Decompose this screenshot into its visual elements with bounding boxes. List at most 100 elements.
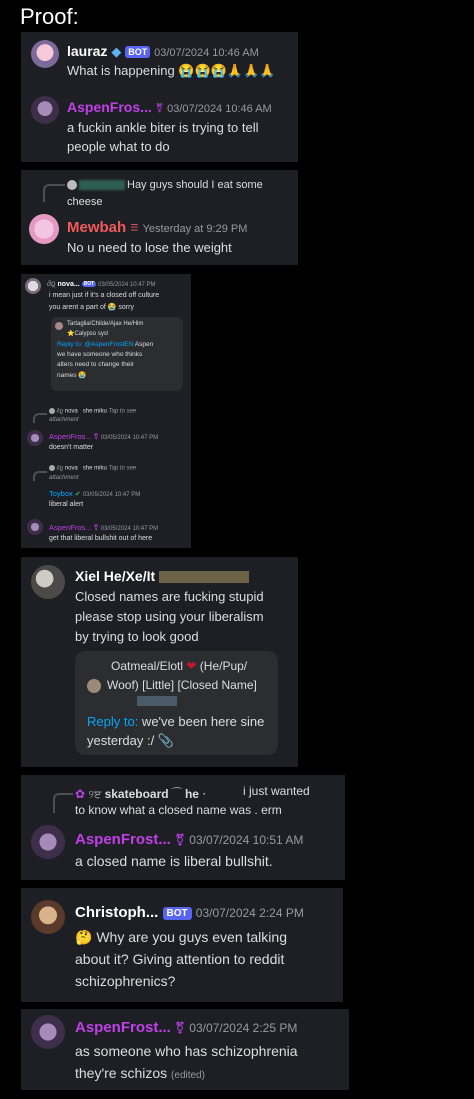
username-toybox[interactable]: Toybox (49, 489, 73, 498)
screenshot-card-2: Hay guys should I eat some cheese Mewbah… (21, 170, 298, 265)
forwarded-embed[interactable]: Tartaglia/Childe/Ajax He/Him ⭐Calypso sy… (51, 317, 183, 391)
check-icon: ✔ (74, 491, 81, 498)
timestamp: 03/07/2024 2:24 PM (195, 906, 304, 920)
timestamp: 03/05/2024 10:47 PM (100, 526, 159, 532)
embed-avatar (55, 322, 63, 330)
message-text: No u need to lose the weight (67, 240, 232, 255)
attachment-label[interactable]: attachment (49, 475, 79, 481)
edited-label: (edited) (171, 1070, 205, 1081)
avatar-aspenfrost[interactable] (27, 430, 43, 446)
reply-preview[interactable]: to know what a closed name was . erm (75, 803, 282, 817)
reply-mention[interactable]: @AspenFrostEN (84, 341, 133, 348)
page-title: Proof: (20, 4, 79, 29)
embed-author: Oatmeal/Elotl (111, 659, 184, 673)
avatar-nova[interactable] (25, 278, 41, 294)
message-text: about it? Giving attention to reddit (75, 951, 285, 967)
pronoun-tag-icon: ⚧ (93, 525, 99, 532)
verified-icon: ◆ (111, 44, 122, 59)
attachment-label[interactable]: attachment (49, 417, 79, 423)
timestamp: 03/07/2024 10:51 AM (189, 833, 304, 847)
reply-avatar (49, 465, 55, 471)
avatar-aspenfrost[interactable] (31, 1015, 65, 1049)
username-aspenfrost[interactable]: AspenFrost... (75, 1019, 171, 1036)
avatar-aspenfrost[interactable] (31, 96, 59, 124)
tap-label[interactable]: Tap to see (108, 466, 136, 472)
reply-name[interactable]: he (185, 787, 199, 801)
avatar-aspenfrost[interactable] (31, 825, 65, 859)
message-text: a closed name is liberal bullshit. (75, 853, 273, 869)
username-aspenfrost[interactable]: AspenFrost... (75, 831, 171, 848)
reply-preview[interactable]: i just wanted (243, 784, 310, 798)
avatar-christoph[interactable] (31, 900, 65, 934)
pronoun-tag-icon: ⚧ (175, 833, 186, 848)
reply-name[interactable]: she miku (83, 409, 107, 415)
redacted-name (79, 180, 125, 190)
reply-to-label: Reply to: (87, 714, 139, 729)
pronoun-tag-icon: ⚧ (175, 1021, 186, 1036)
avatar-xiel[interactable] (31, 565, 65, 599)
avatar-aspenfrost[interactable] (27, 519, 43, 535)
timestamp: Yesterday at 9:29 PM (142, 223, 248, 235)
reply-preview[interactable]: cheese (67, 196, 102, 208)
reply-preview[interactable]: Hay guys should I eat some (127, 179, 263, 191)
embed-author: Woof) [Little] [Closed Name] (107, 678, 257, 692)
reply-avatar: ✿ (75, 787, 86, 801)
message-text: please stop using your liberalism (75, 609, 264, 624)
forwarded-embed[interactable]: Oatmeal/Elotl ❤ (He/Pup/ Woof) [Little] … (75, 651, 278, 755)
redacted-tag (159, 571, 250, 584)
tap-label[interactable]: Tap to see (108, 409, 136, 415)
username-aspenfrost[interactable]: AspenFros... (49, 432, 92, 441)
avatar-lauraz[interactable] (31, 40, 59, 68)
reply-name[interactable]: nova (65, 409, 78, 415)
avatar-mewbah[interactable] (29, 214, 59, 244)
embed-author: Tartaglia/Childe/Ajax He/Him (67, 321, 144, 327)
message-text: Closed names are fucking stupid (75, 589, 264, 604)
bot-badge: BOT (81, 281, 97, 288)
timestamp: 03/05/2024 10:47 PM (100, 435, 159, 441)
reply-connector (33, 413, 47, 423)
username-aspenfrost[interactable]: AspenFros... (67, 99, 152, 115)
pronoun-tag-icon: ⚧ (155, 102, 164, 113)
message-text: by trying to look good (75, 629, 199, 644)
username-aspenfrost[interactable]: AspenFros... (49, 523, 92, 532)
username-christoph[interactable]: Christoph... (75, 904, 158, 921)
reply-to-label: Reply to: (57, 341, 83, 348)
username-nova[interactable]: nova... (58, 281, 80, 288)
message-text: people what to do (67, 139, 170, 154)
embed-text: we have someone who thinks (57, 351, 143, 358)
message-text: as someone who has schizophrenia (75, 1043, 298, 1059)
message-text: they're schizos (75, 1065, 168, 1081)
screenshot-card-6: Christoph... BOT 03/07/2024 2:24 PM 🤔 Wh… (21, 888, 343, 1002)
screenshot-card-4: Xiel He/Xe/It Closed names are fucking s… (21, 557, 298, 767)
reply-name[interactable]: skateboard (105, 787, 169, 801)
embed-text: yesterday :/ 📎 (87, 733, 174, 748)
reply-connector (33, 471, 47, 481)
message-text: liberal alert (49, 501, 84, 508)
username-lauraz[interactable]: lauraz (67, 43, 107, 59)
reply-name[interactable]: she miku (83, 466, 107, 472)
timestamp: 03/07/2024 10:46 AM (167, 103, 272, 115)
redacted-tag (137, 696, 177, 706)
timestamp: 03/05/2024 10:47 PM (98, 282, 156, 288)
message-text: doesn't matter (49, 444, 94, 451)
embed-author: ⭐Calypso sys! (67, 331, 109, 337)
reply-avatar (49, 408, 55, 414)
message-text: you arent a part of 😭 sorry (49, 304, 134, 311)
timestamp: 03/05/2024 10:47 PM (82, 492, 141, 498)
embed-text: Aspen (133, 341, 154, 348)
username-mewbah[interactable]: Mewbah (67, 219, 126, 236)
embed-text: we've been here sine (138, 714, 265, 729)
reply-connector (43, 184, 65, 202)
reply-name[interactable]: nova (65, 466, 78, 472)
embed-avatar (87, 679, 101, 693)
embed-author: (He/Pup/ (199, 659, 248, 673)
screenshot-card-3: ∂ϱ nova... BOT 03/05/2024 10:47 PM i mea… (21, 274, 191, 548)
screenshot-card-1: lauraz ◆ BOT 03/07/2024 10:46 AM What is… (21, 32, 298, 162)
message-text: i mean just if it's a closed off culture (49, 292, 160, 299)
username-xiel[interactable]: Xiel He/Xe/It (75, 568, 155, 584)
heart-icon: ❤ (186, 659, 197, 673)
message-text: get that liberal bullshit out of here (49, 535, 153, 542)
embed-text: alters need to change their (57, 361, 134, 368)
message-text: What is happening 😭😭😭🙏🙏🙏 (67, 63, 276, 78)
reply-connector (53, 793, 73, 813)
